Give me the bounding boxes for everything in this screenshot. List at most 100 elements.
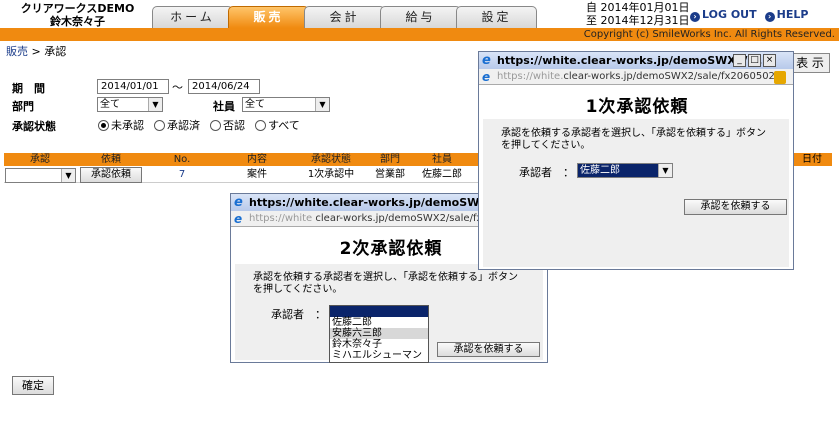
arrow-icon: › [690, 12, 700, 22]
popup2-submit-button[interactable]: 承認を依頼する [437, 342, 540, 357]
popup1-address-rest: clear-works.jp/demoSWX2/sale/fx2060502 [563, 71, 775, 82]
company-line1: クリアワークスDEMO [20, 2, 135, 15]
popup2-message-line1: 承認を依頼する承認者を選択し、「承認を依頼する」ボタン [253, 272, 518, 283]
display-button[interactable]: 表 示 [790, 53, 830, 73]
staff-label: 社員 [213, 100, 235, 113]
radio-button [154, 120, 165, 131]
popup2-address-rest: clear-works.jp/demoSWX2/sale/fx [315, 213, 483, 224]
tilde: ～ [172, 81, 183, 94]
help-link[interactable]: › HELP [764, 8, 809, 22]
radio-all[interactable]: すべて [255, 117, 300, 133]
breadcrumb-current: 承認 [44, 45, 67, 58]
dept-value: 全て [100, 99, 120, 110]
breadcrumb-separator: > [31, 45, 41, 58]
col-no: No. [173, 154, 191, 165]
close-button[interactable]: × [763, 54, 776, 67]
cell-staff: 佐藤二郎 [422, 169, 462, 180]
popup1-message-line2: を押してください。 [501, 140, 591, 151]
col-staff: 社員 [432, 154, 452, 165]
popup2-approver-list[interactable]: 佐藤二郎 安藤六三郎 鈴木奈々子 ミハエルシューマン [329, 305, 429, 363]
approval-select[interactable]: ▼ [5, 168, 76, 183]
popup1-submit-button[interactable]: 承認を依頼する [684, 199, 787, 215]
tab-home[interactable]: ホーム [152, 6, 233, 28]
status-radio-group: 未承認 承認済 否認 すべて [98, 117, 300, 133]
radio-unapproved[interactable]: 未承認 [98, 117, 144, 133]
logout-link[interactable]: › LOG OUT [690, 8, 757, 22]
breadcrumb: 販売 > 承認 [6, 43, 66, 59]
radio-button [98, 120, 109, 131]
cell-dept: 営業部 [375, 169, 405, 180]
browser-icon: e [234, 195, 243, 210]
radio-label: 否認 [223, 119, 245, 132]
col-approval: 承認 [30, 154, 50, 165]
company-name: クリアワークスDEMO 鈴木奈々子 [20, 2, 135, 28]
popup1-message: 承認を依頼する承認者を選択し、「承認を依頼する」ボタン を押してください。 [501, 128, 785, 152]
to-date: 2014年12月31日 [600, 14, 690, 27]
list-item[interactable]: 安藤六三郎 [330, 328, 428, 339]
radio-button [210, 120, 221, 131]
fiscal-period: 自 2014年01月01日 至 2014年12月31日 [586, 1, 690, 27]
help-label: HELP [776, 8, 809, 21]
dept-label: 部門 [12, 100, 34, 113]
popup1-address-prefix: https://white. [497, 71, 564, 82]
cell-no[interactable]: 7 [146, 168, 218, 182]
popup2-message-line2: を押してください。 [253, 284, 343, 295]
col-date: 日付 [792, 153, 832, 166]
to-label: 至 [586, 14, 597, 27]
popup1-heading: 1次承認依頼 [585, 97, 689, 117]
chevron-down-icon: ▼ [61, 169, 75, 182]
popup1-approver-select[interactable]: 佐藤二郎 ▼ [577, 163, 673, 178]
list-item[interactable] [330, 306, 428, 317]
user-name: 鈴木奈々子 [50, 15, 105, 28]
tab-sales[interactable]: 販売 [228, 6, 309, 28]
chevron-down-icon: ▼ [658, 164, 672, 177]
popup1-title: https://white.clear-works.jp/demoSWX2/s.… [497, 54, 767, 67]
maximize-button[interactable]: □ [748, 54, 761, 67]
chevron-down-icon: ▼ [148, 98, 162, 111]
cell-status: 1次承認中 [307, 169, 355, 180]
popup2-message: 承認を依頼する承認者を選択し、「承認を依頼する」ボタン を押してください。 [253, 272, 543, 296]
browser-icon: e [482, 53, 491, 68]
arrow-icon: › [764, 12, 775, 22]
list-item[interactable]: 佐藤二郎 [330, 317, 428, 328]
from-label: 自 [586, 1, 597, 14]
browser-icon: e [482, 70, 491, 84]
col-status: 承認状態 [311, 154, 351, 165]
col-content: 内容 [247, 154, 267, 165]
radio-button [255, 120, 266, 131]
col-request: 依頼 [101, 154, 121, 165]
tab-accounting[interactable]: 会計 [304, 6, 385, 28]
popup2-heading: 2次承認依頼 [339, 239, 443, 259]
browser-icon: e [234, 212, 243, 226]
tab-settings[interactable]: 設定 [456, 6, 537, 28]
list-item[interactable]: ミハエルシューマン [330, 350, 428, 361]
request-approval-button[interactable]: 承認依頼 [80, 167, 142, 183]
radio-rejected[interactable]: 否認 [210, 117, 245, 133]
staff-value: 全て [245, 99, 265, 110]
logout-label: LOG OUT [702, 8, 757, 21]
from-date: 2014年01月01日 [600, 1, 690, 14]
minimize-button[interactable]: _ [733, 54, 746, 67]
status-label: 承認状態 [12, 120, 56, 133]
popup1-approver-value: 佐藤二郎 [580, 165, 620, 176]
popup2-approver-label: 承認者 ： [271, 308, 326, 321]
tab-payroll[interactable]: 給与 [380, 6, 461, 28]
date-to-input[interactable]: 2014/06/24 [188, 79, 260, 94]
popup1-approver-label: 承認者 ： [519, 166, 574, 179]
col-dept: 部門 [380, 154, 400, 165]
radio-approved[interactable]: 承認済 [154, 117, 200, 133]
dept-select[interactable]: 全て ▼ [97, 97, 163, 112]
list-item[interactable]: 鈴木奈々子 [330, 339, 428, 350]
date-from-input[interactable]: 2014/01/01 [97, 79, 169, 94]
popup2-title: https://white.clear-works.jp/demoSWX2/ [249, 196, 500, 209]
top-links: › LOG OUT › HELP [690, 8, 808, 22]
popup2-address-prefix: https://white [249, 213, 313, 224]
radio-label: 未承認 [111, 119, 144, 132]
confirm-button[interactable]: 確定 [12, 376, 54, 395]
lock-icon [774, 71, 786, 84]
breadcrumb-sales-link[interactable]: 販売 [6, 45, 28, 58]
popup1-address-bar[interactable]: e https://white.clear-works.jp/demoSWX2/s… [479, 69, 793, 85]
staff-select[interactable]: 全て ▼ [242, 97, 330, 112]
popup1-message-line1: 承認を依頼する承認者を選択し、「承認を依頼する」ボタン [501, 128, 766, 139]
radio-label: すべて [268, 119, 300, 132]
